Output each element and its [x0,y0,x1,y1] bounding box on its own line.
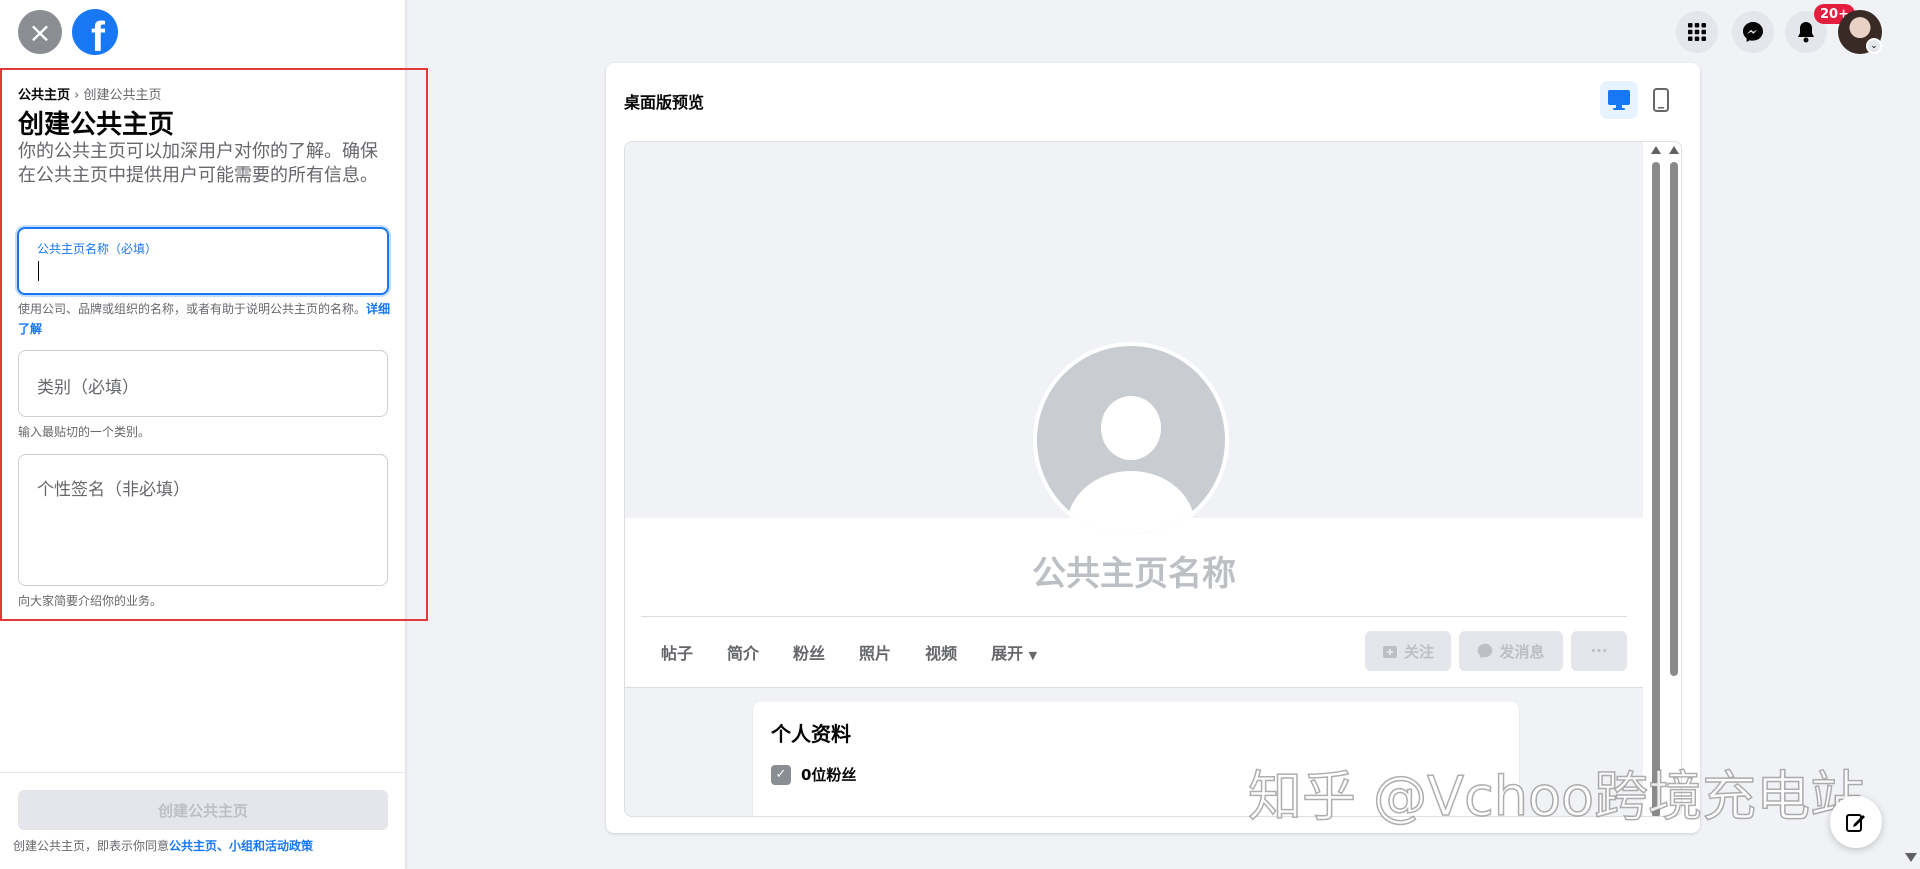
follow-label: 关注 [1403,642,1434,661]
mobile-preview-button[interactable] [1642,81,1680,119]
preview-frame: 公共主页名称 帖子 简介 粉丝 照片 视频 展开 ▼ 关注 发消息 ··· 个人… [624,141,1682,817]
tab-more-label: 展开 [991,644,1024,663]
text-caret [38,261,39,281]
tab-divider [641,616,1627,617]
preview-page-name: 公共主页名称 [1032,554,1236,594]
menu-grid-icon [1688,23,1706,41]
watermark: 知乎 @Vchoo跨境充电站 [1247,764,1865,829]
tab-about[interactable]: 简介 [727,640,759,664]
breadcrumb-separator: › [74,88,80,103]
message-label: 发消息 [1499,642,1545,661]
follow-icon [1382,646,1397,658]
terms-notice: 创建公共主页，即表示你同意公共主页、小组和活动政策 [13,837,313,854]
scrollbar-thumb[interactable] [1652,162,1660,816]
breadcrumb-root[interactable]: 公共主页 [18,88,70,103]
bio-textarea[interactable]: 个性签名（非必填） [18,454,388,586]
scroll-up-icon[interactable] [1651,146,1661,154]
new-message-button[interactable] [1830,796,1882,848]
category-hint: 输入最贴切的一个类别。 [18,425,151,439]
preview-title: 桌面版预览 [624,93,705,112]
mobile-icon [1653,88,1669,112]
messenger-icon [1743,22,1763,42]
messenger-button[interactable] [1732,11,1774,53]
about-title: 个人资料 [771,722,851,746]
follow-button[interactable]: 关注 [1365,631,1451,671]
page-description: 你的公共主页可以加深用户对你的了解。确保在公共主页中提供用户可能需要的所有信息。 [18,141,378,186]
page-name-hint: 使用公司、品牌或组织的名称，或者有助于说明公共主页的名称。详细了解 [18,299,393,339]
followers-count: ✓ 0位粉丝 [771,764,856,785]
scroll-up-icon[interactable] [1669,146,1679,154]
tab-videos[interactable]: 视频 [925,640,957,664]
scroll-down-icon[interactable] [1905,853,1917,862]
scrollbar-thumb[interactable] [1670,162,1678,676]
facebook-logo-icon[interactable]: f [72,9,118,55]
bio-placeholder: 个性签名（非必填） [37,480,190,500]
tab-more[interactable]: 展开 ▼ [991,640,1037,664]
desktop-preview-card: 桌面版预览 公共主页名称 帖子 简介 粉丝 照片 视频 展开 ▼ 关注 发消息 … [606,63,1700,833]
tab-followers[interactable]: 粉丝 [793,640,825,664]
messenger-icon [1478,643,1493,659]
breadcrumb: 公共主页 › 创建公共主页 [18,84,162,103]
chevron-down-icon[interactable]: ⌄ [1866,38,1882,54]
close-button[interactable]: × [18,10,62,54]
create-page-sidebar: × f 公共主页 › 创建公共主页 创建公共主页 你的公共主页可以加深用户对你的… [0,0,428,869]
menu-button[interactable] [1676,11,1718,53]
tab-posts[interactable]: 帖子 [661,640,693,664]
category-input[interactable]: 类别（必填） [18,350,388,417]
caret-down-icon: ▼ [1028,649,1038,662]
page-title: 创建公共主页 [18,110,175,140]
page-name-hint-text: 使用公司、品牌或组织的名称，或者有助于说明公共主页的名称。 [18,302,367,316]
terms-link[interactable]: 公共主页、小组和活动政策 [169,839,313,853]
desktop-icon [1608,90,1630,110]
checkbox-icon: ✓ [771,764,791,785]
message-button[interactable]: 发消息 [1459,631,1563,671]
breadcrumb-current: 创建公共主页 [83,88,162,103]
close-icon: × [28,15,52,49]
more-actions-button[interactable]: ··· [1571,631,1627,671]
category-placeholder: 类别（必填） [37,378,139,398]
preview-tabs: 帖子 简介 粉丝 照片 视频 展开 ▼ [661,640,1071,664]
default-avatar-icon [1037,346,1225,534]
desktop-preview-button[interactable] [1600,81,1638,119]
bell-icon [1798,22,1814,43]
footer-divider [0,772,405,773]
terms-prefix: 创建公共主页，即表示你同意 [13,839,170,853]
tab-photos[interactable]: 照片 [859,640,891,664]
profile-picture [1033,342,1229,538]
bio-hint: 向大家简要介绍你的业务。 [18,594,163,608]
edit-icon [1846,814,1865,832]
page-name-input[interactable]: 公共主页名称（必填） [17,227,389,295]
preview-inner-scrollbar[interactable] [1665,142,1681,816]
preview-scrollbar[interactable] [1647,142,1665,816]
create-page-button[interactable]: 创建公共主页 [18,790,388,830]
followers-text: 0位粉丝 [801,766,857,784]
page-name-label: 公共主页名称（必填） [37,242,158,256]
